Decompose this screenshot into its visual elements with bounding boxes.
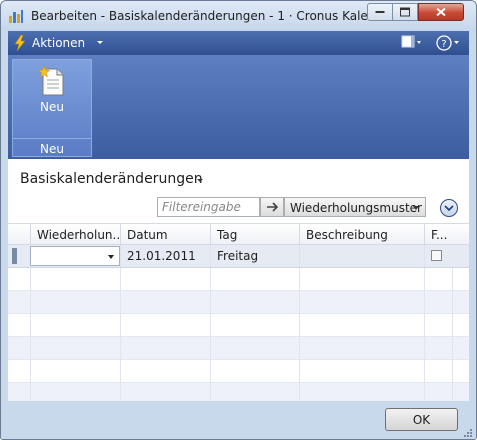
title-bar[interactable]: Bearbeiten - Basiskalenderänderungen - 1… bbox=[1, 1, 476, 31]
ribbon-group-label: Neu bbox=[40, 142, 64, 156]
column-divider bbox=[299, 268, 300, 401]
data-grid: Wiederholun... Datum Tag Beschreibung F.… bbox=[8, 223, 469, 401]
tag-cell[interactable]: Freitag bbox=[210, 245, 299, 267]
chevron-down-icon bbox=[97, 41, 103, 44]
actions-menu[interactable]: Aktionen bbox=[32, 36, 85, 50]
lightning-icon bbox=[14, 35, 26, 51]
empty-row bbox=[8, 360, 469, 383]
column-divider bbox=[452, 268, 453, 401]
wiederholung-cell-select[interactable] bbox=[30, 246, 120, 266]
page-content: Basiskalenderänderungen Wiederholungsmus… bbox=[8, 159, 469, 401]
apply-filter-button[interactable] bbox=[260, 197, 284, 217]
empty-row bbox=[8, 314, 469, 337]
column-divider bbox=[30, 268, 31, 401]
column-divider bbox=[120, 268, 121, 401]
page-title[interactable]: Basiskalenderänderungen bbox=[20, 171, 203, 187]
expand-filter-button[interactable] bbox=[440, 199, 458, 217]
window-title: Bearbeiten - Basiskalenderänderungen - 1… bbox=[31, 9, 396, 23]
chevron-down-icon bbox=[108, 255, 114, 259]
chevron-down-icon[interactable] bbox=[197, 179, 203, 182]
empty-row bbox=[8, 383, 469, 401]
grid-header: Wiederholun... Datum Tag Beschreibung F.… bbox=[8, 223, 469, 245]
filter-input[interactable] bbox=[157, 197, 260, 217]
new-button[interactable]: Neu bbox=[13, 60, 91, 120]
empty-row bbox=[8, 291, 469, 314]
filter-field-value: Wiederholungsmuster bbox=[290, 201, 422, 215]
table-row[interactable]: 21.01.2011 Freitag bbox=[8, 245, 469, 268]
minimize-button[interactable] bbox=[367, 3, 393, 21]
filter-field-select[interactable]: Wiederholungsmuster bbox=[284, 197, 426, 217]
empty-row bbox=[8, 268, 469, 291]
row-selector[interactable] bbox=[12, 248, 17, 264]
column-divider bbox=[210, 268, 211, 401]
chevron-down-icon bbox=[444, 205, 454, 212]
f-checkbox[interactable] bbox=[431, 250, 442, 261]
action-bar: Aktionen ? bbox=[8, 31, 469, 55]
view-icon[interactable] bbox=[401, 35, 423, 49]
ok-button[interactable]: OK bbox=[385, 408, 458, 431]
datum-cell[interactable]: 21.01.2011 bbox=[120, 245, 210, 267]
resize-grip-icon[interactable] bbox=[463, 428, 473, 438]
column-header-datum[interactable]: Datum bbox=[120, 224, 210, 245]
app-icon bbox=[9, 10, 23, 23]
new-document-icon bbox=[38, 66, 64, 96]
maximize-button[interactable] bbox=[393, 3, 418, 21]
maximize-icon bbox=[400, 7, 410, 17]
ribbon-divider bbox=[13, 138, 91, 139]
help-icon[interactable]: ? bbox=[436, 35, 462, 51]
beschreibung-cell[interactable] bbox=[299, 245, 424, 267]
column-header-tag[interactable]: Tag bbox=[210, 224, 299, 245]
ribbon-group-new: Neu Neu bbox=[12, 59, 92, 157]
column-divider bbox=[424, 268, 425, 401]
close-button[interactable] bbox=[418, 3, 464, 21]
column-header-wiederholung[interactable]: Wiederholun... bbox=[30, 224, 120, 245]
close-icon bbox=[436, 7, 446, 17]
minimize-icon bbox=[375, 11, 385, 13]
column-header-beschreibung[interactable]: Beschreibung bbox=[299, 224, 424, 245]
ribbon: Neu Neu bbox=[8, 55, 469, 159]
svg-text:?: ? bbox=[441, 39, 446, 50]
column-header-f[interactable]: F... bbox=[424, 224, 452, 245]
arrow-right-icon bbox=[267, 202, 279, 212]
dialog-window: Bearbeiten - Basiskalenderänderungen - 1… bbox=[0, 0, 477, 440]
empty-row bbox=[8, 337, 469, 360]
new-button-label: Neu bbox=[40, 100, 64, 114]
chevron-down-icon bbox=[413, 206, 419, 210]
